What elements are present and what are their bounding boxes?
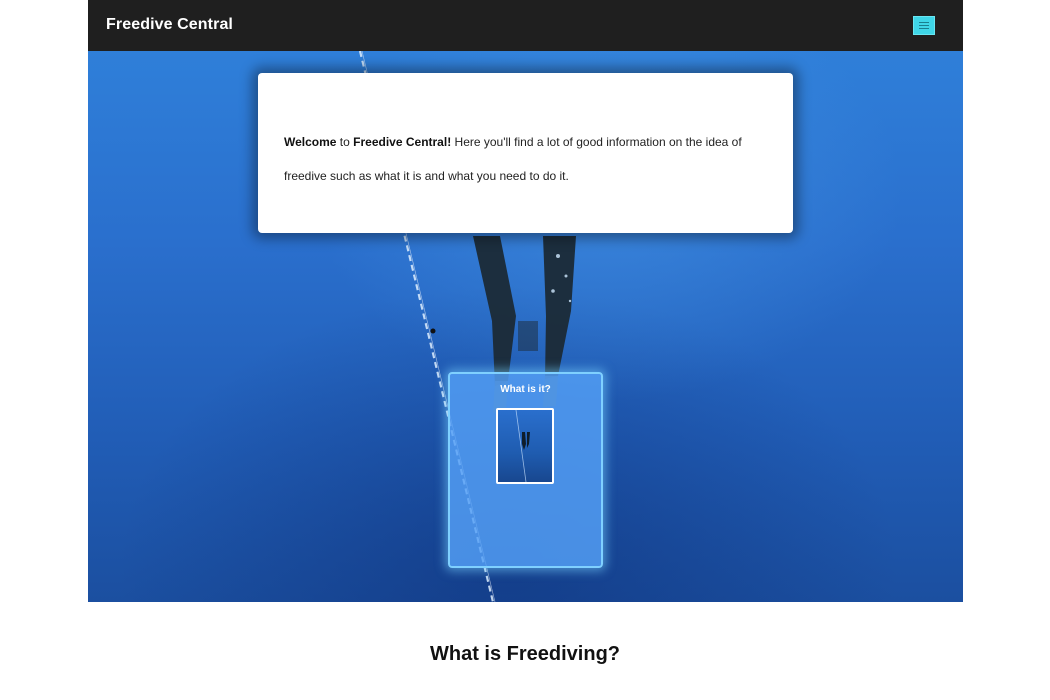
welcome-card: Welcome to Freedive Central! Here you'll… bbox=[258, 73, 793, 233]
what-is-it-card[interactable]: What is it? bbox=[448, 372, 603, 568]
welcome-to: to bbox=[336, 135, 354, 149]
site-brand-link[interactable]: Freedive Central bbox=[106, 16, 233, 34]
hamburger-menu-icon[interactable] bbox=[913, 16, 935, 35]
welcome-site-name: Freedive Central! bbox=[353, 135, 452, 149]
navbar: Freedive Central bbox=[88, 0, 963, 51]
section-heading: What is Freediving? bbox=[429, 643, 621, 665]
diver-thumbnail-image[interactable] bbox=[496, 408, 554, 484]
what-is-it-title: What is it? bbox=[500, 384, 551, 395]
welcome-word: Welcome bbox=[284, 135, 337, 149]
page: Freedive Central Welcome to Freedive Cen… bbox=[0, 0, 1050, 700]
hero-banner: Welcome to Freedive Central! Here you'll… bbox=[88, 51, 963, 602]
